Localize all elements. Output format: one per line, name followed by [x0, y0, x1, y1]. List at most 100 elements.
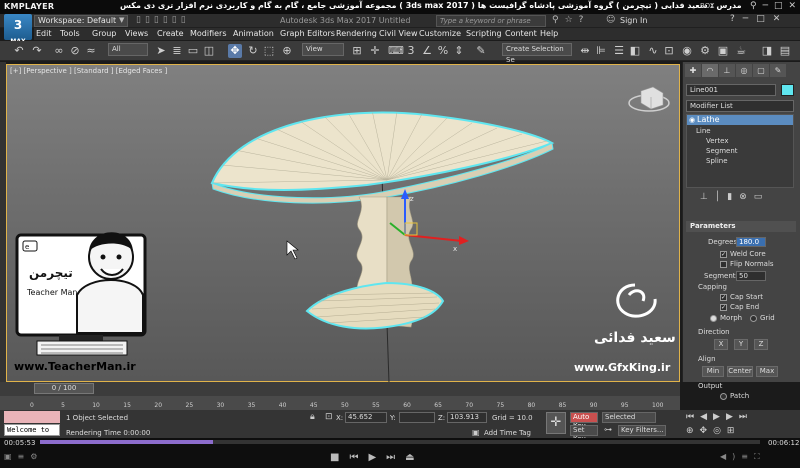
- direction-x-button[interactable]: X: [714, 339, 728, 350]
- sign-in-button[interactable]: Sign In: [620, 16, 647, 25]
- add-time-tag[interactable]: Add Time Tag: [484, 429, 531, 437]
- align-min-button[interactable]: Min: [702, 366, 724, 377]
- segments-spinner[interactable]: 50: [736, 271, 766, 281]
- layer-explorer-icon[interactable]: ◧: [628, 44, 642, 58]
- search-help-icons[interactable]: ⚲☆?: [552, 15, 589, 25]
- absolute-mode-icon[interactable]: ⊡: [325, 412, 333, 422]
- eye-icon[interactable]: ◉: [689, 116, 695, 124]
- menu-animation[interactable]: Animation: [233, 29, 274, 38]
- viewport-label[interactable]: [+] [Perspective ] [Standard ] [Edged Fa…: [10, 67, 167, 75]
- tab-utilities[interactable]: ✎: [770, 64, 786, 77]
- maxscript-listener-mini[interactable]: [4, 411, 60, 423]
- keyboard-shortcut-icon[interactable]: ⌨: [388, 44, 404, 58]
- menu-edit[interactable]: Edit: [36, 29, 52, 38]
- material-editor-icon[interactable]: ◉: [680, 44, 694, 58]
- auto-key-button[interactable]: Auto Key: [570, 412, 598, 430]
- angle-snap-icon[interactable]: ∠: [420, 44, 434, 58]
- x-coordinate-field[interactable]: 45.652: [345, 412, 387, 423]
- stack-item-line[interactable]: Line: [696, 127, 711, 135]
- menu-content[interactable]: Content: [505, 29, 537, 38]
- pivot-center-icon[interactable]: ⊞: [350, 44, 364, 58]
- select-scale-icon[interactable]: ⬚: [262, 44, 276, 58]
- tab-hierarchy[interactable]: ⊥: [719, 64, 735, 77]
- player-transport-buttons[interactable]: ■⏮▶⏭⏏: [330, 452, 425, 463]
- named-selection-sets-dropdown[interactable]: Create Selection Se: [502, 43, 572, 64]
- menu-civil-view[interactable]: Civil View: [379, 29, 418, 38]
- grid-radio[interactable]: [750, 315, 757, 322]
- snaps-toggle-icon[interactable]: 3: [404, 44, 418, 58]
- cap-start-checkbox[interactable]: ✓: [720, 294, 727, 301]
- menu-views[interactable]: Views: [125, 29, 148, 38]
- redo-icon[interactable]: ↷: [30, 44, 44, 58]
- z-coordinate-field[interactable]: 103.913: [447, 412, 487, 423]
- stack-toolbar-icons[interactable]: ⊥│▮⊗▭: [700, 192, 769, 202]
- rect-selection-icon[interactable]: ▭: [186, 44, 200, 58]
- menu-customize[interactable]: Customize: [419, 29, 461, 38]
- curve-editor-icon[interactable]: ∿: [646, 44, 660, 58]
- object-color-swatch[interactable]: [781, 84, 794, 96]
- menu-create[interactable]: Create: [157, 29, 184, 38]
- undo-icon[interactable]: ↶: [12, 44, 26, 58]
- tab-modify[interactable]: ◠: [702, 64, 718, 77]
- stack-item-vertex[interactable]: Vertex: [706, 137, 729, 145]
- scene-explorer-icon[interactable]: ☰: [612, 44, 626, 58]
- menu-graph-editors[interactable]: Graph Editors: [280, 29, 335, 38]
- degrees-spinner[interactable]: 180.0: [736, 237, 766, 247]
- align-max-button[interactable]: Max: [756, 366, 778, 377]
- menu-rendering[interactable]: Rendering: [336, 29, 377, 38]
- bind-space-warp-icon[interactable]: ≈: [84, 44, 98, 58]
- tab-create[interactable]: ✚: [685, 64, 701, 77]
- stack-item-lathe[interactable]: Lathe: [687, 115, 793, 125]
- mirror-icon[interactable]: ⇹: [578, 44, 592, 58]
- rendered-frame-icon[interactable]: ▣: [716, 44, 730, 58]
- perspective-viewport[interactable]: z x e تیچرمن Teacher Man: [6, 64, 680, 383]
- flip-normals-checkbox[interactable]: [720, 261, 727, 268]
- spinner-snap-icon[interactable]: ⇕: [452, 44, 466, 58]
- time-tag-icon[interactable]: ▣: [472, 428, 480, 437]
- playback-controls[interactable]: ⏮◀▶▶⏭: [686, 412, 753, 422]
- workspace-dropdown[interactable]: Workspace: Default: [34, 15, 128, 27]
- track-bar[interactable]: [0, 396, 680, 410]
- player-window-controls[interactable]: ⚲─□✕: [750, 1, 800, 11]
- modifier-list-dropdown[interactable]: Modifier List: [686, 100, 794, 112]
- window-crossing-icon[interactable]: ◫: [202, 44, 216, 58]
- viewport-nav-controls[interactable]: ⊕✥◎⊞: [686, 426, 740, 436]
- menu-modifiers[interactable]: Modifiers: [190, 29, 227, 38]
- render-production-icon[interactable]: ☕: [734, 44, 748, 58]
- y-coordinate-field[interactable]: [399, 412, 435, 423]
- patch-radio[interactable]: [720, 393, 727, 400]
- ribbon-toggle-icon[interactable]: ▤: [778, 44, 792, 58]
- selection-filter-dropdown[interactable]: All: [108, 43, 148, 56]
- stack-item-segment[interactable]: Segment: [706, 147, 738, 155]
- align-center-button[interactable]: Center: [727, 366, 753, 377]
- place-icon[interactable]: ⊕: [280, 44, 294, 58]
- render-setup-icon[interactable]: ⚙: [698, 44, 712, 58]
- menu-help[interactable]: Help: [540, 29, 558, 38]
- key-mode-icon[interactable]: ⊶: [604, 425, 612, 434]
- tab-display[interactable]: ▢: [753, 64, 769, 77]
- key-filters-button[interactable]: Key Filters...: [618, 425, 666, 436]
- cap-end-checkbox[interactable]: ✓: [720, 304, 727, 311]
- viewport-toggle-icon[interactable]: ◨: [760, 44, 774, 58]
- morph-radio[interactable]: [710, 315, 717, 322]
- link-icon[interactable]: ∞: [52, 44, 66, 58]
- select-by-name-icon[interactable]: ≣: [170, 44, 184, 58]
- player-left-buttons[interactable]: ▣≡⚙: [4, 452, 43, 461]
- unlink-icon[interactable]: ⊘: [68, 44, 82, 58]
- lock-icon[interactable]: 🔒︎: [310, 412, 315, 422]
- schematic-view-icon[interactable]: ⊡: [662, 44, 676, 58]
- menu-group[interactable]: Group: [92, 29, 116, 38]
- menu-tools[interactable]: Tools: [60, 29, 80, 38]
- align-icon[interactable]: ⊫: [594, 44, 608, 58]
- select-manipulate-icon[interactable]: ✛: [368, 44, 382, 58]
- percent-snap-icon[interactable]: %: [436, 44, 450, 58]
- time-slider[interactable]: 0 / 100: [34, 383, 94, 394]
- select-rotate-icon[interactable]: ↻: [246, 44, 260, 58]
- direction-z-button[interactable]: Z: [754, 339, 768, 350]
- parameters-rollout-header[interactable]: Parameters: [686, 221, 796, 232]
- set-key-button[interactable]: Set Key: [570, 425, 598, 443]
- stack-item-spline[interactable]: Spline: [706, 157, 728, 165]
- max-app-icon[interactable]: 3MAX: [4, 14, 32, 45]
- tab-motion[interactable]: ◎: [736, 64, 752, 77]
- viewcube-icon[interactable]: [628, 86, 670, 112]
